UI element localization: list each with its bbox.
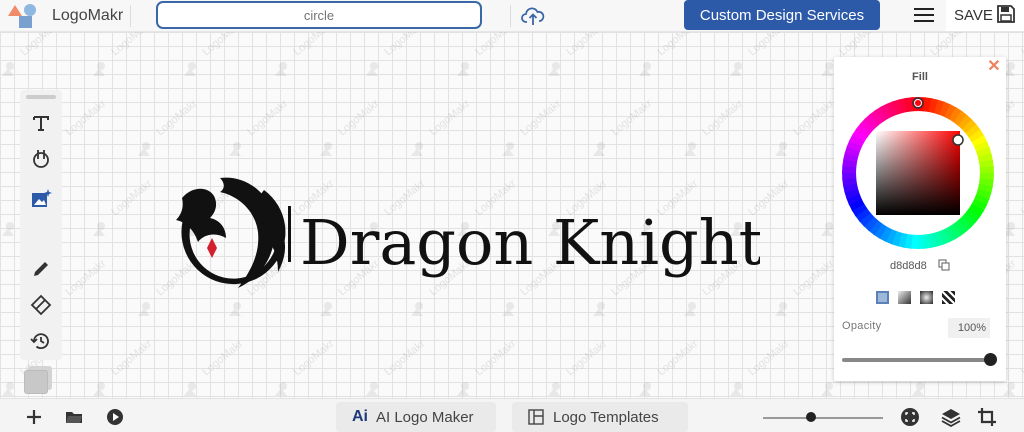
saturation-handle[interactable] (952, 134, 964, 146)
svg-text:LogoMakr: LogoMakr (700, 97, 745, 138)
dragon-emblem-icon[interactable] (176, 177, 286, 288)
brand-name: LogoMakr (52, 7, 124, 24)
folder-icon[interactable] (65, 408, 83, 426)
ai-logo-maker-button[interactable]: Ai AI Logo Maker (336, 402, 496, 432)
copy-icon[interactable] (938, 259, 950, 271)
logo-artwork[interactable]: Dragon Knight (160, 176, 760, 296)
save-label: SAVE (954, 7, 993, 24)
search-input[interactable] (156, 1, 482, 29)
history-tool-button[interactable] (26, 326, 56, 356)
panel-title: Fill (912, 71, 928, 83)
text-icon (33, 116, 49, 131)
svg-text:LogoMakr: LogoMakr (1019, 337, 1024, 378)
svg-text:LogoMakr: LogoMakr (109, 337, 154, 378)
svg-text:LogoMakr: LogoMakr (154, 97, 199, 138)
logo-templates-label: Logo Templates (553, 408, 659, 426)
logo-templates-button[interactable]: Logo Templates (512, 402, 688, 432)
svg-text:LogoMakr: LogoMakr (791, 257, 836, 298)
fit-screen-icon[interactable] (900, 407, 920, 427)
svg-text:LogoMakr: LogoMakr (746, 337, 791, 378)
zoom-slider-track[interactable] (763, 417, 883, 419)
bottom-bar: Ai AI Logo Maker Logo Templates (0, 398, 1024, 432)
add-icon[interactable] (25, 408, 43, 426)
svg-text:LogoMakr: LogoMakr (109, 177, 154, 218)
logo-text[interactable]: Dragon Knight (300, 206, 760, 279)
svg-text:LogoMakr: LogoMakr (746, 32, 791, 58)
tool-sidebar (20, 90, 62, 360)
erase-tool-button[interactable] (26, 290, 56, 320)
drag-handle[interactable] (26, 95, 56, 99)
fill-panel: ✕ Fill d8d8d8 Opacity 100% (834, 57, 1006, 381)
svg-text:LogoMakr: LogoMakr (291, 32, 336, 58)
logomakr-logo-icon[interactable] (6, 3, 38, 29)
pattern-fill-option[interactable] (942, 291, 955, 304)
svg-text:LogoMakr: LogoMakr (609, 97, 654, 138)
history-icon (30, 333, 49, 350)
ai-icon: Ai (352, 408, 368, 425)
hamburger-menu-icon[interactable] (913, 6, 935, 24)
text-tool-button[interactable] (26, 108, 56, 138)
templates-icon (528, 409, 544, 425)
eraser-icon (30, 294, 52, 316)
svg-text:LogoMakr: LogoMakr (336, 97, 381, 138)
svg-text:LogoMakr: LogoMakr (18, 32, 63, 58)
hex-value[interactable]: d8d8d8 (890, 260, 927, 272)
svg-text:LogoMakr: LogoMakr (655, 337, 700, 378)
svg-text:LogoMakr: LogoMakr (200, 337, 245, 378)
save-button[interactable]: SAVE (946, 0, 1024, 31)
svg-text:LogoMakr: LogoMakr (109, 32, 154, 58)
svg-text:LogoMakr: LogoMakr (245, 97, 290, 138)
linear-gradient-option[interactable] (898, 291, 911, 304)
logo-divider (288, 206, 291, 262)
image-tool-button[interactable] (26, 184, 56, 214)
layer-swatch[interactable] (24, 366, 54, 396)
svg-text:LogoMakr: LogoMakr (200, 32, 245, 58)
svg-text:LogoMakr: LogoMakr (518, 97, 563, 138)
divider (130, 5, 131, 27)
fill-type-selector (876, 291, 966, 305)
opacity-slider-handle[interactable] (984, 353, 997, 366)
svg-text:LogoMakr: LogoMakr (1019, 32, 1024, 58)
svg-text:LogoMakr: LogoMakr (1019, 177, 1024, 218)
svg-text:LogoMakr: LogoMakr (473, 32, 518, 58)
custom-design-services-button[interactable]: Custom Design Services (684, 0, 880, 30)
svg-text:LogoMakr: LogoMakr (473, 337, 518, 378)
opacity-label: Opacity (842, 320, 882, 332)
svg-text:LogoMakr: LogoMakr (291, 337, 336, 378)
radial-gradient-option[interactable] (920, 291, 933, 304)
opacity-input[interactable] (948, 318, 990, 338)
solid-fill-option[interactable] (876, 291, 889, 304)
zoom-slider-handle[interactable] (806, 412, 816, 422)
svg-text:LogoMakr: LogoMakr (837, 32, 882, 58)
play-icon[interactable] (106, 408, 124, 426)
svg-text:LogoMakr: LogoMakr (564, 32, 609, 58)
crop-icon[interactable] (977, 407, 997, 427)
image-add-icon (32, 189, 52, 207)
opacity-slider-track[interactable] (842, 358, 990, 362)
shape-tool-button[interactable] (26, 144, 56, 174)
svg-text:LogoMakr: LogoMakr (382, 337, 427, 378)
svg-text:LogoMakr: LogoMakr (791, 97, 836, 138)
svg-text:LogoMakr: LogoMakr (564, 337, 609, 378)
svg-text:LogoMakr: LogoMakr (427, 97, 472, 138)
floppy-disk-icon (997, 5, 1015, 23)
svg-text:LogoMakr: LogoMakr (382, 32, 427, 58)
design-canvas[interactable]: LogoMakr LogoMakr LogoMakr LogoMakr LogoMakr… (0, 32, 1024, 398)
svg-text:LogoMakr: LogoMakr (63, 257, 108, 298)
layers-icon[interactable] (941, 407, 961, 427)
top-bar: LogoMakr Custom Design Services SAVE (0, 0, 1024, 32)
pencil-icon (34, 262, 48, 276)
cloud-upload-icon[interactable] (521, 5, 545, 27)
divider (510, 5, 511, 27)
draw-tool-button[interactable] (26, 254, 56, 284)
color-picker[interactable] (842, 97, 994, 249)
shapes-icon (33, 150, 49, 168)
ai-logo-maker-label: AI Logo Maker (376, 408, 474, 426)
svg-text:LogoMakr: LogoMakr (928, 32, 973, 58)
svg-text:LogoMakr: LogoMakr (655, 32, 700, 58)
svg-text:LogoMakr: LogoMakr (63, 97, 108, 138)
